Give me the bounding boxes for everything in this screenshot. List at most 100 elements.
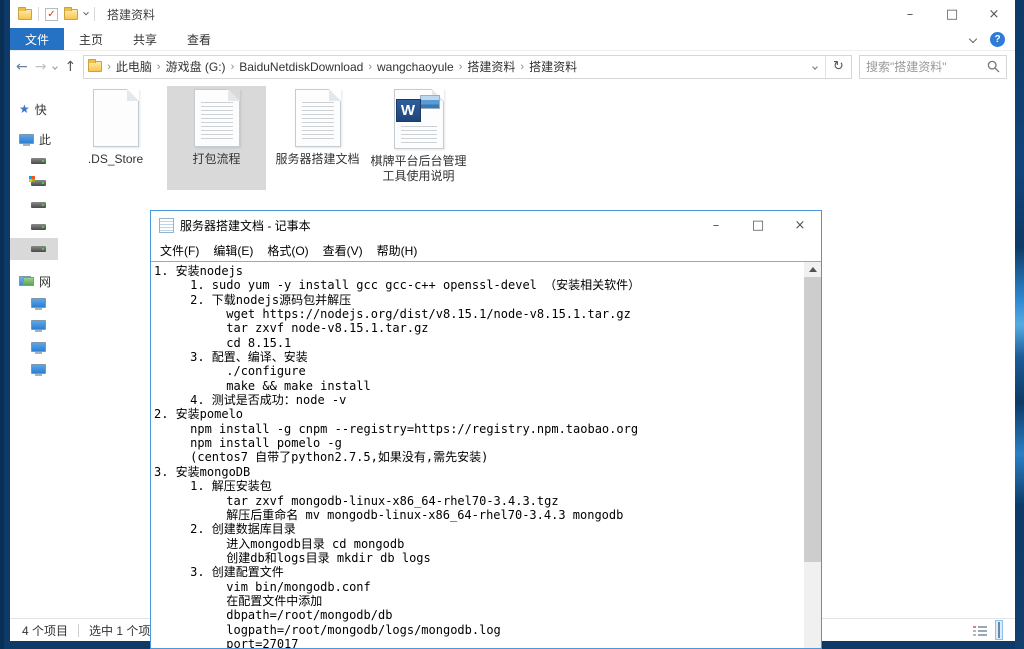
- collapse-ribbon-chevron-icon[interactable]: [969, 35, 977, 43]
- titlebar-separator: [38, 7, 39, 21]
- file-name: 打包流程: [192, 152, 240, 167]
- quick-access-toolbar: ✓ 搭建资料: [18, 6, 155, 23]
- blank-file-icon: [93, 89, 139, 147]
- sidebar-item-computer-4[interactable]: [10, 358, 58, 380]
- explorer-titlebar: ✓ 搭建资料 – □ ×: [10, 0, 1015, 28]
- sidebar-item-network[interactable]: 网: [10, 270, 58, 292]
- tab-view[interactable]: 查看: [172, 28, 226, 50]
- app-folder-icon: [18, 9, 32, 20]
- menu-edit[interactable]: 编辑(E): [206, 242, 260, 259]
- sidebar-item-computer-1[interactable]: [10, 292, 58, 314]
- desktop-wallpaper-right: [1015, 0, 1024, 649]
- address-toolbar: ← → ↑ › 此电脑 › 游戏盘 (G:) › BaiduNetdiskDow…: [10, 51, 1015, 82]
- notepad-window-controls: – □ ×: [695, 211, 821, 240]
- breadcrumb-folder-2[interactable]: 搭建资料: [529, 58, 577, 75]
- breadcrumb-separator: ›: [231, 61, 235, 73]
- breadcrumb-baidunetdiskdownload[interactable]: BaiduNetdiskDownload: [239, 60, 363, 74]
- tab-file[interactable]: 文件: [10, 28, 64, 50]
- drive-icon: [31, 224, 46, 230]
- up-button[interactable]: ↑: [64, 59, 76, 75]
- file-name: 棋牌平台后台管理工具使用说明: [371, 154, 467, 184]
- file-item-ds-store[interactable]: .DS_Store: [66, 86, 165, 190]
- sidebar-label: 快: [35, 101, 47, 118]
- back-button[interactable]: ←: [16, 59, 28, 75]
- help-icon[interactable]: ?: [990, 32, 1005, 47]
- window-title: 搭建资料: [107, 6, 155, 23]
- tab-home[interactable]: 主页: [64, 28, 118, 50]
- sidebar-item-this-pc[interactable]: 此: [10, 128, 58, 150]
- breadcrumb-separator: ›: [368, 61, 372, 73]
- thumbnails-view-icon[interactable]: [995, 620, 1003, 640]
- computer-icon: [31, 298, 46, 308]
- notepad-window-title: 服务器搭建文档 - 记事本: [180, 217, 311, 234]
- notepad-titlebar: 服务器搭建文档 - 记事本 – □ ×: [151, 211, 821, 240]
- close-button[interactable]: ×: [973, 0, 1015, 28]
- sidebar-item-computer-3[interactable]: [10, 336, 58, 358]
- notepad-minimize-button[interactable]: –: [695, 211, 737, 240]
- sidebar-label: 网: [39, 273, 51, 290]
- sidebar-item-drive-2[interactable]: [10, 194, 58, 216]
- network-icon: [19, 276, 34, 286]
- customize-toolbar-chevron-icon[interactable]: [83, 10, 89, 16]
- breadcrumb-folder-1[interactable]: 搭建资料: [467, 58, 515, 75]
- file-item-dabao-liucheng[interactable]: 打包流程: [167, 86, 266, 190]
- notepad-window: 服务器搭建文档 - 记事本 – □ × 文件(F) 编辑(E) 格式(O) 查看…: [150, 210, 822, 649]
- sidebar-item-drive-3[interactable]: [10, 216, 58, 238]
- drive-icon: [31, 158, 46, 164]
- notepad-text-area[interactable]: 1. 安装nodejs 1. sudo yum -y install gcc g…: [151, 262, 804, 648]
- notepad-close-button[interactable]: ×: [779, 211, 821, 240]
- details-view-icon[interactable]: [973, 625, 987, 636]
- search-icon[interactable]: [987, 60, 1000, 73]
- ribbon-tab-bar: 文件 主页 共享 查看 ?: [10, 28, 1015, 51]
- file-name: .DS_Store: [88, 152, 143, 167]
- computer-icon: [31, 364, 46, 374]
- address-bar-group: › 此电脑 › 游戏盘 (G:) › BaiduNetdiskDownload …: [83, 55, 852, 79]
- menu-format[interactable]: 格式(O): [260, 242, 315, 259]
- minimize-button[interactable]: –: [889, 0, 931, 28]
- sidebar-item-drive-1[interactable]: [10, 150, 58, 172]
- recent-locations-chevron-icon[interactable]: [53, 64, 59, 70]
- computer-icon: [31, 342, 46, 352]
- breadcrumb-wangchaoyule[interactable]: wangchaoyule: [377, 60, 454, 74]
- notepad-scrollbar[interactable]: [804, 262, 821, 648]
- file-item-server-doc[interactable]: 服务器搭建文档: [268, 86, 367, 190]
- sidebar-item-drive-current[interactable]: [10, 238, 58, 260]
- breadcrumb-this-pc[interactable]: 此电脑: [116, 58, 152, 75]
- file-item-word-manual[interactable]: W 棋牌平台后台管理工具使用说明: [369, 86, 468, 190]
- notepad-menubar: 文件(F) 编辑(E) 格式(O) 查看(V) 帮助(H): [151, 240, 821, 262]
- notepad-app-icon: [159, 218, 174, 233]
- file-name: 服务器搭建文档: [275, 152, 359, 167]
- refresh-button[interactable]: ↻: [825, 56, 851, 78]
- word-file-icon: W: [394, 89, 444, 149]
- new-folder-icon[interactable]: [64, 9, 78, 20]
- this-pc-icon: [19, 134, 34, 144]
- drive-icon: [31, 202, 46, 208]
- scrollbar-thumb[interactable]: [804, 277, 821, 562]
- breadcrumb-separator: ›: [157, 61, 161, 73]
- address-dropdown-chevron-icon[interactable]: [805, 56, 825, 78]
- sidebar-item-computer-2[interactable]: [10, 314, 58, 336]
- desktop-wallpaper-left: [0, 0, 10, 649]
- explorer-window-controls: – □ ×: [889, 0, 1015, 28]
- sidebar-item-quick-access[interactable]: ★ 快: [10, 98, 58, 120]
- breadcrumb-separator: ›: [520, 61, 524, 73]
- scroll-up-arrow-icon[interactable]: [804, 262, 821, 277]
- notepad-text-content: 1. 安装nodejs 1. sudo yum -y install gcc g…: [151, 262, 804, 648]
- tab-share[interactable]: 共享: [118, 28, 172, 50]
- item-count: 4 个项目: [22, 622, 68, 639]
- notepad-maximize-button[interactable]: □: [737, 211, 779, 240]
- breadcrumb-drive-g[interactable]: 游戏盘 (G:): [166, 58, 226, 75]
- text-file-icon: [194, 89, 240, 147]
- maximize-button[interactable]: □: [931, 0, 973, 28]
- drive-icon: [31, 246, 46, 252]
- address-bar[interactable]: › 此电脑 › 游戏盘 (G:) › BaiduNetdiskDownload …: [84, 56, 805, 78]
- breadcrumb-separator: ›: [107, 61, 111, 73]
- forward-button[interactable]: →: [35, 59, 47, 75]
- menu-file[interactable]: 文件(F): [153, 242, 206, 259]
- menu-view[interactable]: 查看(V): [316, 242, 370, 259]
- sidebar-item-drive-system[interactable]: [10, 172, 58, 194]
- menu-help[interactable]: 帮助(H): [370, 242, 425, 259]
- location-folder-icon: [88, 61, 102, 72]
- search-input[interactable]: [866, 60, 987, 74]
- properties-check-icon[interactable]: ✓: [45, 8, 58, 21]
